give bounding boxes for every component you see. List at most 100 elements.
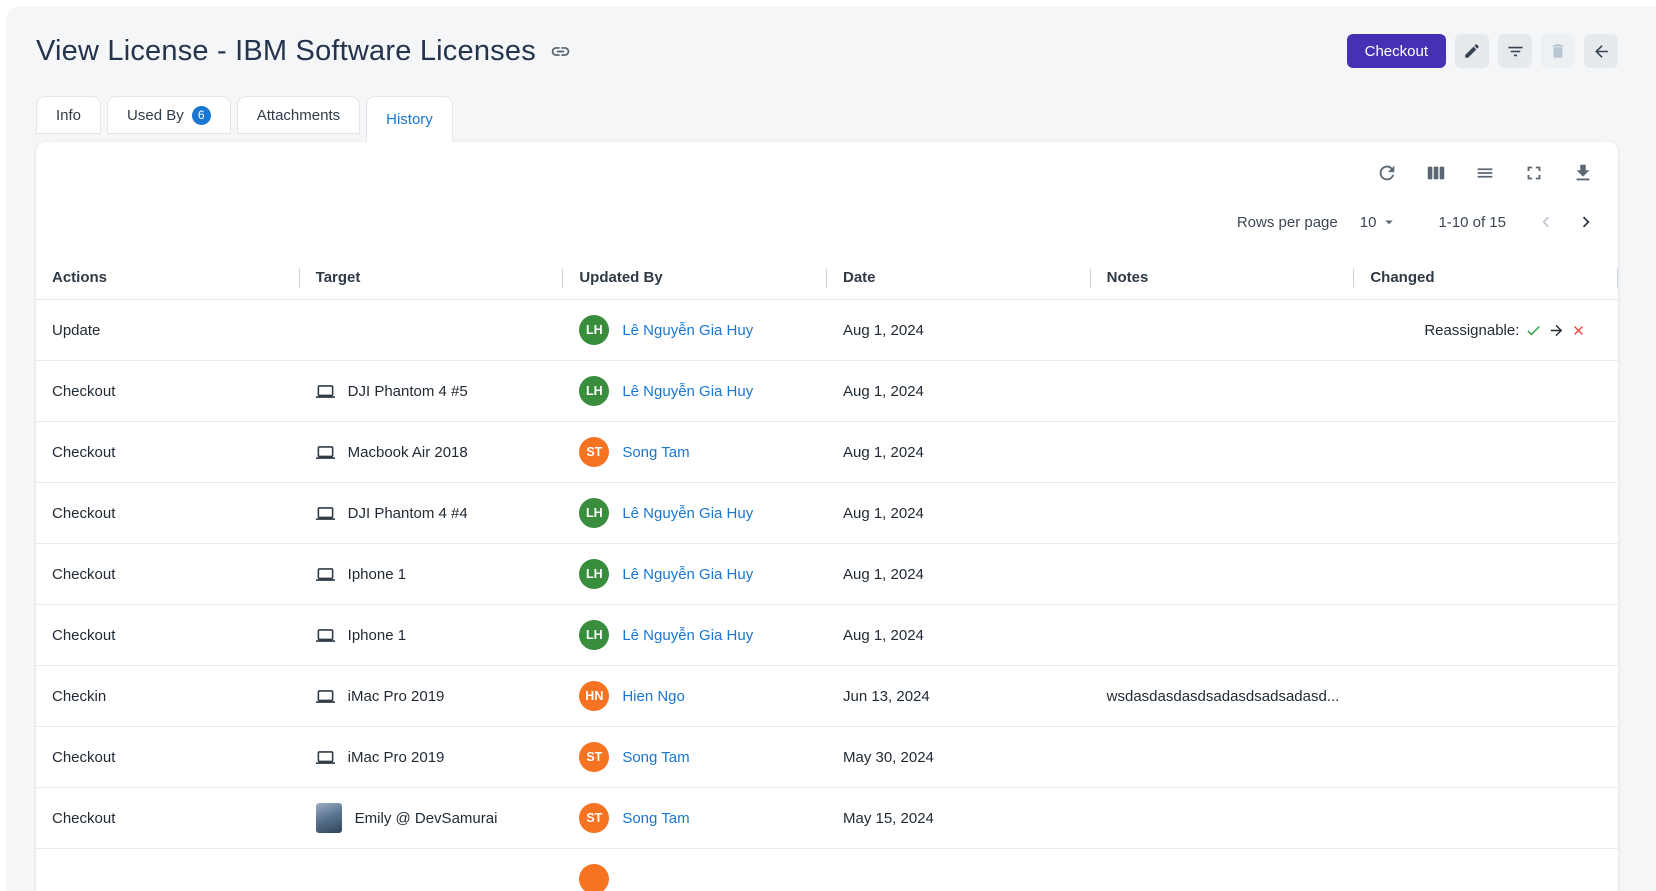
updated-by-cell: STSong Tam — [563, 742, 827, 772]
column-header-updated-by[interactable]: Updated By — [563, 256, 827, 299]
table-row: Checkout DJI Phantom 4 #4 LH Lê Nguyễn Gia … — [36, 483, 1618, 544]
history-card: Rows per page 10 1-10 of 15 — [36, 142, 1618, 891]
fullscreen-button[interactable] — [1523, 162, 1545, 184]
laptop-icon — [316, 504, 335, 523]
column-header-changed[interactable]: Changed — [1354, 256, 1618, 299]
export-button[interactable] — [1572, 162, 1594, 184]
updated-by-link[interactable]: Lê Nguyễn Gia Huy — [622, 322, 753, 339]
filter-icon — [1506, 42, 1525, 61]
updated-by-link[interactable]: Lê Nguyễn Gia Huy — [622, 627, 753, 644]
avatar — [579, 864, 609, 891]
pagination: Rows per page 10 1-10 of 15 — [36, 184, 1618, 236]
date-cell: Aug 1, 2024 — [827, 505, 1091, 522]
target-cell: Iphone 1 — [300, 565, 564, 584]
avatar: LH — [579, 376, 609, 406]
tab-label: Used By — [127, 107, 184, 124]
permalink-icon[interactable] — [550, 41, 571, 62]
avatar: LH — [579, 315, 609, 345]
target-cell: iMac Pro 2019 — [300, 748, 564, 767]
tab-history[interactable]: History — [366, 96, 453, 142]
laptop-icon — [316, 565, 335, 584]
tab-label: Info — [56, 107, 81, 124]
chevron-right-icon — [1575, 211, 1597, 233]
target-photo — [316, 803, 342, 833]
checkout-button[interactable]: Checkout — [1347, 34, 1446, 68]
pencil-icon — [1463, 42, 1481, 60]
tab-label: Attachments — [257, 107, 340, 124]
tab-bar: Info Used By6 Attachments History — [36, 96, 1618, 142]
updated-by-cell: STSong Tam — [563, 803, 827, 833]
density-icon — [1474, 162, 1496, 184]
updated-by-cell: STSong Tam — [563, 437, 827, 467]
updated-by-cell: LH Lê Nguyễn Gia Huy — [563, 620, 827, 650]
table-row: CheckoutMacbook Air 2018STSong TamAug 1,… — [36, 422, 1618, 483]
action-cell: Checkout — [36, 749, 300, 766]
table-row: CheckoutiMac Pro 2019STSong TamMay 30, 2… — [36, 727, 1618, 788]
updated-by-link[interactable]: Song Tam — [622, 749, 689, 766]
date-cell: Aug 1, 2024 — [827, 444, 1091, 461]
density-button[interactable] — [1474, 162, 1496, 184]
column-header-notes[interactable]: Notes — [1091, 256, 1355, 299]
arrow-left-icon — [1592, 42, 1611, 61]
target-label: DJI Phantom 4 #4 — [348, 505, 468, 522]
filter-button[interactable] — [1498, 34, 1532, 68]
action-cell: Checkout — [36, 505, 300, 522]
columns-button[interactable] — [1425, 162, 1447, 184]
action-cell: Checkout — [36, 383, 300, 400]
tab-label: History — [386, 111, 433, 128]
date-cell: Aug 1, 2024 — [827, 627, 1091, 644]
page: View License - IBM Software Licenses Che… — [6, 6, 1656, 891]
laptop-icon — [316, 443, 335, 462]
target-label: iMac Pro 2019 — [348, 749, 445, 766]
next-page-button[interactable] — [1572, 208, 1600, 236]
edit-button[interactable] — [1455, 34, 1489, 68]
app-content-area: View License - IBM Software Licenses Che… — [6, 6, 1656, 891]
tab-info[interactable]: Info — [36, 96, 101, 134]
delete-button[interactable] — [1541, 34, 1575, 68]
action-cell: Checkout — [36, 627, 300, 644]
date-cell: Aug 1, 2024 — [827, 383, 1091, 400]
rows-per-page-select[interactable]: 10 — [1360, 213, 1399, 231]
column-header-target[interactable]: Target — [300, 256, 564, 299]
avatar: HN — [579, 681, 609, 711]
updated-by-cell: LH Lê Nguyễn Gia Huy — [563, 559, 827, 589]
target-label: Iphone 1 — [348, 566, 406, 583]
updated-by-link[interactable]: Lê Nguyễn Gia Huy — [622, 566, 753, 583]
table-body: UpdateLHLê Nguyễn Gia HuyAug 1, 2024Reas… — [36, 300, 1618, 891]
date-cell: Aug 1, 2024 — [827, 566, 1091, 583]
page-title: View License - IBM Software Licenses — [36, 35, 536, 68]
fullscreen-icon — [1523, 162, 1545, 184]
rows-per-page-label: Rows per page — [1237, 214, 1338, 231]
action-cell: Checkin — [36, 688, 300, 705]
tab-attachments[interactable]: Attachments — [237, 96, 360, 134]
updated-by-link[interactable]: Song Tam — [622, 810, 689, 827]
avatar: LH — [579, 620, 609, 650]
tab-used-by[interactable]: Used By6 — [107, 96, 231, 134]
back-button[interactable] — [1584, 34, 1618, 68]
rows-per-page-value: 10 — [1360, 214, 1377, 231]
caret-down-icon — [1380, 213, 1398, 231]
history-table: ActionsTargetUpdated ByDateNotesChanged … — [36, 256, 1618, 891]
target-cell: DJI Phantom 4 #5 — [300, 382, 564, 401]
refresh-button[interactable] — [1376, 162, 1398, 184]
target-label: Emily @ DevSamurai — [355, 810, 498, 827]
updated-by-link[interactable]: Hien Ngo — [622, 688, 685, 705]
date-cell: Aug 1, 2024 — [827, 322, 1091, 339]
target-label: iMac Pro 2019 — [348, 688, 445, 705]
updated-by-link[interactable]: Song Tam — [622, 444, 689, 461]
changed-label: Reassignable: — [1424, 322, 1519, 339]
column-header-actions[interactable]: Actions — [36, 256, 300, 299]
avatar: LH — [579, 559, 609, 589]
updated-by-link[interactable]: Lê Nguyễn Gia Huy — [622, 505, 753, 522]
target-cell: iMac Pro 2019 — [300, 687, 564, 706]
avatar: LH — [579, 498, 609, 528]
updated-by-link[interactable]: Lê Nguyễn Gia Huy — [622, 383, 753, 400]
laptop-icon — [316, 382, 335, 401]
column-header-date[interactable]: Date — [827, 256, 1091, 299]
check-icon — [1525, 322, 1542, 339]
table-row: CheckoutIphone 1LHLê Nguyễn Gia HuyAug 1… — [36, 544, 1618, 605]
date-cell: May 15, 2024 — [827, 810, 1091, 827]
previous-page-button[interactable] — [1532, 208, 1560, 236]
date-cell: Jun 13, 2024 — [827, 688, 1091, 705]
changed-cell: Reassignable: — [1354, 322, 1618, 339]
